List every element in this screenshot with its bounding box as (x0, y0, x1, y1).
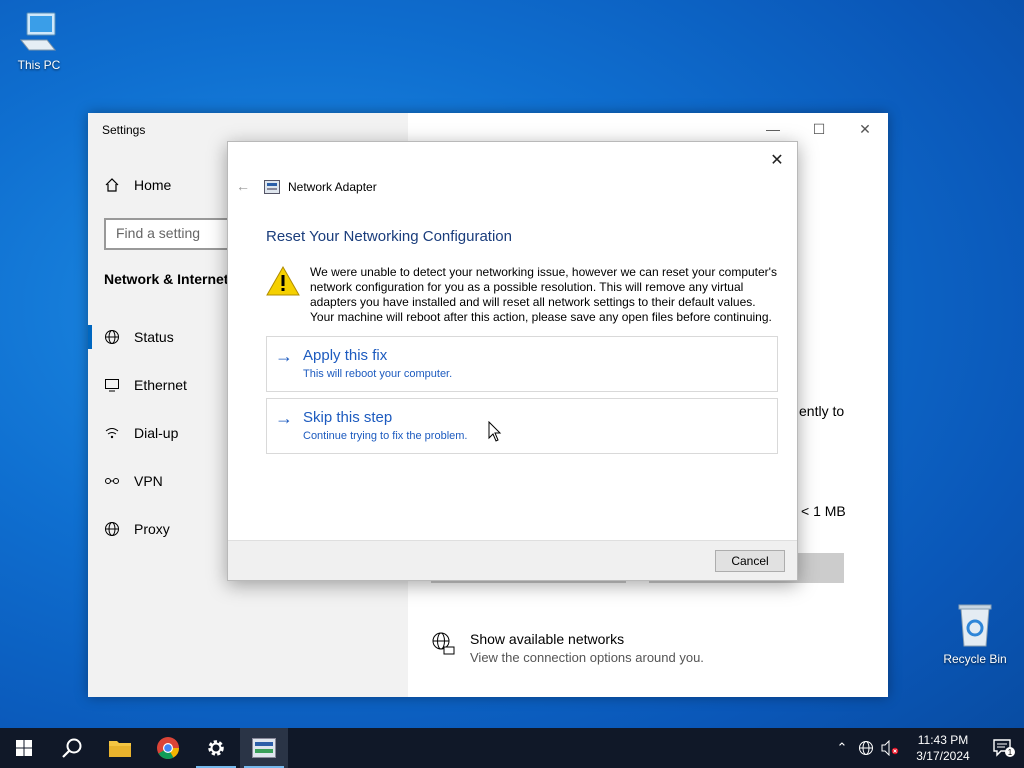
dialog-app-name: Network Adapter (288, 180, 377, 194)
system-tray: ⌃ 11:43 PM 3/17/2024 1 (830, 728, 1024, 768)
cancel-button[interactable]: Cancel (715, 550, 785, 572)
sidebar-item-label: Proxy (134, 521, 170, 537)
monitor-icon (104, 377, 120, 393)
notification-center-button[interactable]: 1 (984, 738, 1024, 758)
network-adapter-icon (252, 738, 276, 758)
file-explorer-taskbar-button[interactable] (96, 728, 144, 768)
sidebar-item-label: Ethernet (134, 377, 187, 393)
settings-title: Settings (102, 123, 146, 137)
option-subtitle: This will reboot your computer. (303, 368, 453, 380)
troubleshooter-taskbar-button[interactable] (240, 728, 288, 768)
dialog-header: Network Adapter (264, 180, 377, 194)
search-icon (62, 738, 82, 758)
dialup-icon (104, 425, 120, 441)
clock-date: 3/17/2024 (916, 749, 970, 763)
notification-badge: 1 (1008, 748, 1013, 757)
home-nav-item[interactable]: Home (104, 177, 171, 193)
this-pc-label: This PC (17, 58, 61, 72)
show-available-networks[interactable]: Show available networks View the connect… (430, 631, 704, 665)
recycle-bin-icon (958, 604, 992, 647)
chrome-icon (157, 737, 179, 759)
network-status-icon[interactable] (854, 740, 878, 756)
mouse-cursor-icon (488, 421, 502, 442)
arrow-right-icon: → (275, 346, 293, 366)
section-title: Network & Internet (104, 271, 229, 287)
dialog-heading: Reset Your Networking Configuration (266, 228, 512, 245)
gear-icon (208, 740, 224, 756)
home-icon (105, 178, 119, 192)
show-networks-title: Show available networks (470, 631, 625, 647)
warning-text: We were unable to detect your networking… (310, 265, 777, 324)
start-button[interactable] (0, 728, 48, 768)
chrome-taskbar-button[interactable] (144, 728, 192, 768)
folder-icon (109, 741, 131, 757)
option-title: Apply this fix (303, 347, 388, 364)
sidebar-item-label: Dial-up (134, 425, 179, 441)
sidebar-item-label: Status (134, 329, 174, 345)
windows-logo-icon (16, 740, 32, 756)
warning-icon (266, 265, 300, 296)
computer-icon (19, 12, 57, 51)
dialog-footer: Cancel (228, 540, 797, 580)
network-adapter-icon (264, 180, 280, 194)
settings-taskbar-button[interactable] (192, 728, 240, 768)
recycle-bin-desktop-icon[interactable]: Recycle Bin (940, 602, 1010, 666)
warning-message: We were unable to detect your networking… (266, 265, 778, 325)
search-placeholder: Find a setting (116, 225, 201, 241)
sidebar-item-label: VPN (134, 473, 163, 489)
recycle-bin-label: Recycle Bin (943, 652, 1007, 666)
back-arrow-icon[interactable]: ← (236, 178, 250, 194)
network-adapter-dialog: ✕ ← Network Adapter Reset Your Networkin… (227, 141, 798, 581)
maximize-button[interactable]: ☐ (796, 113, 842, 145)
apply-fix-option[interactable]: → Apply this fix This will reboot your c… (266, 336, 778, 392)
clock[interactable]: 11:43 PM 3/17/2024 (902, 732, 984, 764)
data-usage-fragment: < 1 MB (801, 503, 846, 519)
vpn-icon (104, 473, 120, 489)
globe-icon (104, 329, 120, 345)
search-taskbar-button[interactable] (48, 728, 96, 768)
skip-step-option[interactable]: → Skip this step Continue trying to fix … (266, 398, 778, 454)
home-label: Home (134, 177, 172, 193)
notification-icon: 1 (993, 739, 1015, 757)
dialog-close-button[interactable]: ✕ (765, 148, 789, 172)
this-pc-desktop-icon[interactable]: This PC (4, 10, 74, 72)
chevron-up-icon[interactable]: ⌃ (830, 740, 854, 756)
globe-icon (104, 521, 120, 537)
volume-muted-icon[interactable] (878, 740, 902, 756)
network-icon (432, 632, 455, 655)
close-window-button[interactable]: ✕ (842, 113, 888, 145)
option-subtitle: Continue trying to fix the problem. (303, 430, 468, 442)
clock-time: 11:43 PM (917, 733, 969, 747)
taskbar: ⌃ 11:43 PM 3/17/2024 1 (0, 728, 1024, 768)
status-text-fragment: ently to (799, 403, 845, 419)
arrow-right-icon: → (275, 408, 293, 428)
option-title: Skip this step (303, 409, 393, 426)
show-networks-subtitle: View the connection options around you. (470, 650, 704, 665)
